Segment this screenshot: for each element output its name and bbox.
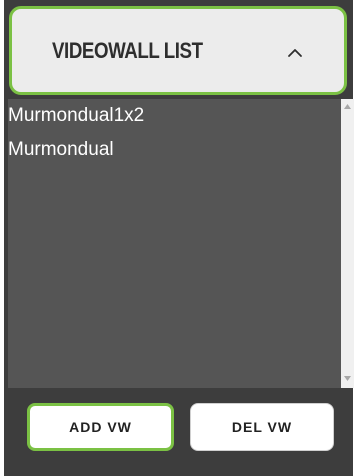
videowall-list-title: VIDEOWALL LIST bbox=[52, 38, 203, 63]
list-scrollbar[interactable] bbox=[341, 99, 354, 388]
videowall-actions: ADD VW DEL VW bbox=[4, 392, 353, 476]
delete-videowall-button[interactable]: DEL VW bbox=[190, 403, 334, 451]
videowall-list-header[interactable]: VIDEOWALL LIST bbox=[9, 6, 347, 95]
scroll-down-arrow-icon[interactable] bbox=[341, 371, 354, 388]
add-videowall-button[interactable]: ADD VW bbox=[27, 403, 174, 451]
chevron-up-icon[interactable] bbox=[280, 37, 310, 67]
videowall-list[interactable]: Murmondual1x2 Murmondual bbox=[8, 99, 341, 388]
videowall-panel: VIDEOWALL LIST Murmondual1x2 Murmondual … bbox=[4, 0, 354, 476]
list-item[interactable]: Murmondual1x2 bbox=[8, 99, 341, 133]
scroll-up-arrow-icon[interactable] bbox=[341, 99, 354, 116]
list-item[interactable]: Murmondual bbox=[8, 133, 341, 167]
